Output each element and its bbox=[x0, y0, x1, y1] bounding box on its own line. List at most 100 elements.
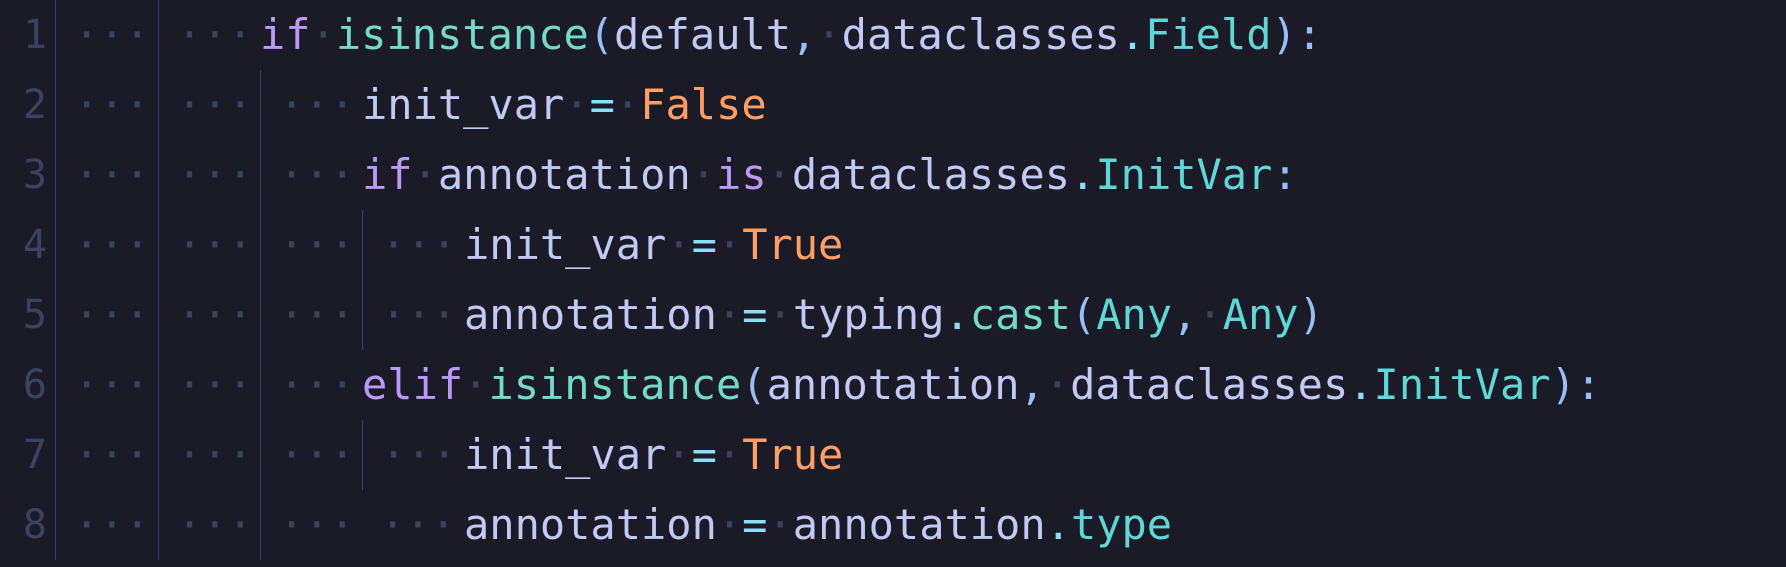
whitespace-dots: ··· bbox=[159, 350, 253, 420]
code-line[interactable]: 1······if·isinstance(default,·dataclasse… bbox=[0, 0, 1786, 70]
token-kw: elif bbox=[362, 360, 463, 409]
token-op: = bbox=[692, 220, 717, 269]
whitespace-dots: ··· bbox=[363, 210, 457, 280]
whitespace-dots: ··· bbox=[56, 280, 150, 350]
token-punc: ) bbox=[1272, 10, 1297, 59]
token-ws-dot: · bbox=[691, 150, 716, 199]
whitespace-dots: ··· bbox=[159, 420, 253, 490]
indent-guide: ··· bbox=[56, 280, 158, 350]
token-kw: is bbox=[716, 150, 767, 199]
indent-guide: ··· bbox=[56, 140, 158, 210]
indent-guide: ··· bbox=[362, 490, 464, 560]
token-dot: . bbox=[944, 290, 969, 339]
code-content[interactable]: init_var·=·False bbox=[362, 70, 767, 140]
token-ident: dataclasses bbox=[1070, 360, 1348, 409]
indent-guide: ··· bbox=[158, 0, 260, 70]
token-ws-dot: · bbox=[615, 80, 640, 129]
token-punc: ( bbox=[741, 360, 766, 409]
whitespace-dots: ··· bbox=[56, 420, 150, 490]
indent-guide: ··· bbox=[56, 210, 158, 280]
indent-guide: ··· bbox=[158, 350, 260, 420]
token-type: Any bbox=[1096, 290, 1172, 339]
whitespace-dots: ··· bbox=[261, 70, 355, 140]
token-ident: default bbox=[614, 10, 791, 59]
code-line[interactable]: 2·········init_var·=·False bbox=[0, 70, 1786, 140]
token-type: type bbox=[1071, 500, 1172, 549]
code-line[interactable]: 6·········elif·isinstance(annotation,·da… bbox=[0, 350, 1786, 420]
token-op: = bbox=[692, 430, 717, 479]
code-editor[interactable]: 1······if·isinstance(default,·dataclasse… bbox=[0, 0, 1786, 567]
code-line[interactable]: 4············init_var·=·True bbox=[0, 210, 1786, 280]
token-punc: , bbox=[1172, 290, 1197, 339]
token-func: isinstance bbox=[488, 360, 741, 409]
token-const: True bbox=[742, 430, 843, 479]
whitespace-dots: ··· bbox=[159, 0, 253, 70]
indent-guide: ··· bbox=[362, 210, 464, 280]
code-content[interactable]: if·annotation·is·dataclasses.InitVar: bbox=[362, 140, 1298, 210]
token-ws-dot: · bbox=[717, 220, 742, 269]
token-ws-dot: · bbox=[666, 430, 691, 479]
token-punc: , bbox=[791, 10, 816, 59]
whitespace-dots: ··· bbox=[56, 210, 150, 280]
token-dot: . bbox=[1120, 10, 1145, 59]
indent-guide: ··· bbox=[56, 0, 158, 70]
token-ws-dot: · bbox=[666, 220, 691, 269]
token-dot: . bbox=[1046, 500, 1071, 549]
whitespace-dots: ··· bbox=[159, 210, 253, 280]
token-ident: annotation bbox=[464, 290, 717, 339]
token-punc: ) bbox=[1299, 290, 1324, 339]
whitespace-dots: ··· bbox=[261, 140, 355, 210]
whitespace-dots: ··· bbox=[261, 210, 355, 280]
indent-guide: ··· bbox=[362, 280, 464, 350]
code-line[interactable]: 5············annotation·=·typing.cast(An… bbox=[0, 280, 1786, 350]
line-number: 7 bbox=[0, 420, 55, 490]
token-ident: annotation bbox=[464, 500, 717, 549]
code-content[interactable]: elif·isinstance(annotation,·dataclasses.… bbox=[362, 350, 1601, 420]
line-number: 8 bbox=[0, 490, 55, 560]
code-content[interactable]: if·isinstance(default,·dataclasses.Field… bbox=[260, 0, 1322, 70]
code-content[interactable]: init_var·=·True bbox=[464, 420, 843, 490]
indent-guide: ··· bbox=[56, 420, 158, 490]
token-kw: if bbox=[260, 10, 311, 59]
code-line[interactable]: 3·········if·annotation·is·dataclasses.I… bbox=[0, 140, 1786, 210]
token-op: = bbox=[590, 80, 615, 129]
code-content[interactable]: annotation·=·typing.cast(Any,·Any) bbox=[464, 280, 1324, 350]
indent-guide: ··· bbox=[158, 140, 260, 210]
token-dot: . bbox=[1070, 150, 1095, 199]
whitespace-dots: ··· bbox=[159, 140, 253, 210]
whitespace-dots: ··· bbox=[363, 280, 457, 350]
token-kw: if bbox=[362, 150, 413, 199]
indent-guide: ··· bbox=[56, 350, 158, 420]
whitespace-dots: ··· bbox=[56, 490, 150, 560]
token-ident: typing bbox=[793, 290, 945, 339]
whitespace-dots: ··· bbox=[159, 70, 253, 140]
indent-guide: ··· bbox=[158, 490, 260, 560]
token-ident: init_var bbox=[464, 220, 666, 269]
code-content[interactable]: annotation·=·annotation.type bbox=[464, 490, 1172, 560]
indent-guide: ··· bbox=[260, 70, 362, 140]
token-dot: . bbox=[1348, 360, 1373, 409]
indent-guide: ··· bbox=[56, 490, 158, 560]
token-ws-dot: · bbox=[413, 150, 438, 199]
token-type: InitVar bbox=[1374, 360, 1551, 409]
token-op: = bbox=[742, 500, 767, 549]
line-number: 3 bbox=[0, 140, 55, 210]
token-type: Any bbox=[1223, 290, 1299, 339]
code-line[interactable]: 8············annotation·=·annotation.typ… bbox=[0, 490, 1786, 560]
token-type: InitVar bbox=[1095, 150, 1272, 199]
code-content[interactable]: init_var·=·True bbox=[464, 210, 843, 280]
token-punc: : bbox=[1297, 10, 1322, 59]
token-ws-dot: · bbox=[767, 150, 792, 199]
line-number: 5 bbox=[0, 280, 55, 350]
token-op: = bbox=[742, 290, 767, 339]
indent-guide: ··· bbox=[260, 420, 362, 490]
token-const: True bbox=[742, 220, 843, 269]
whitespace-dots: ··· bbox=[261, 490, 355, 560]
code-line[interactable]: 7············init_var·=·True bbox=[0, 420, 1786, 490]
indent-guide: ··· bbox=[362, 420, 464, 490]
token-ws-dot: · bbox=[1045, 360, 1070, 409]
whitespace-dots: ··· bbox=[261, 350, 355, 420]
whitespace-dots: ··· bbox=[159, 490, 253, 560]
whitespace-dots: ··· bbox=[56, 70, 150, 140]
token-ws-dot: · bbox=[311, 10, 336, 59]
